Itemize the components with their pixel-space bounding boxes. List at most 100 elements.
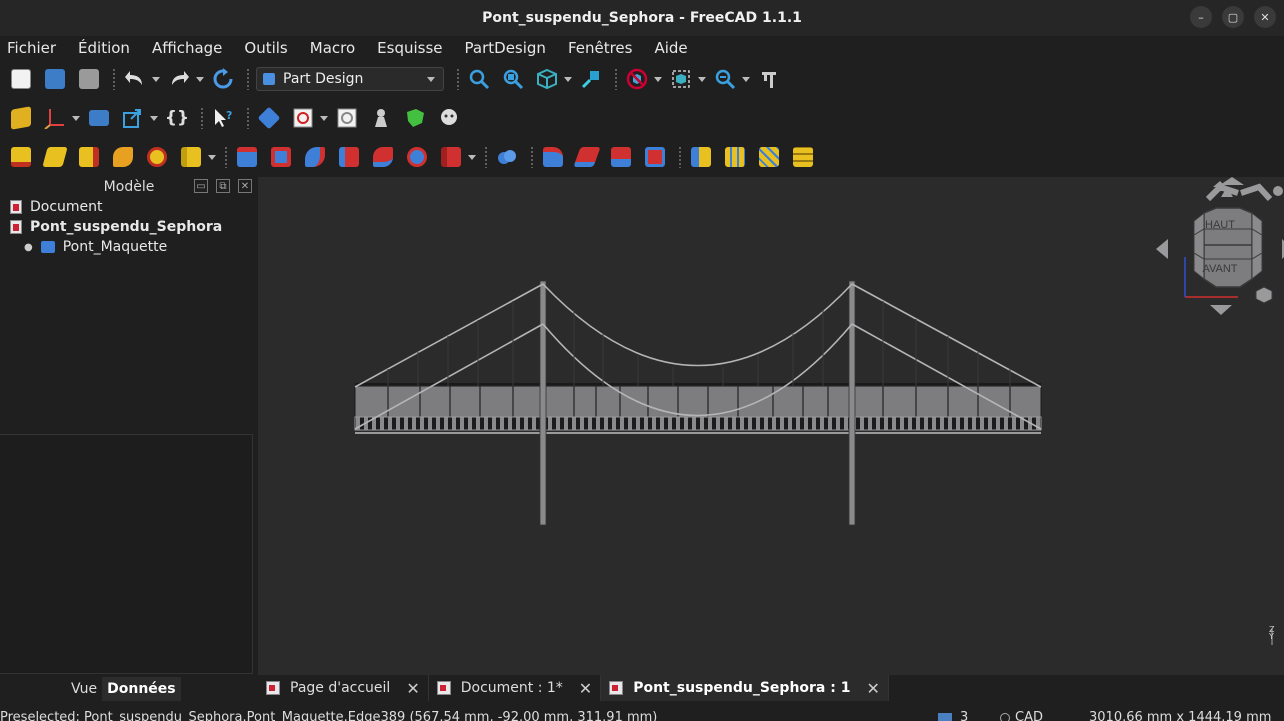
menu-fichier[interactable]: Fichier: [7, 39, 56, 57]
toolbar-grip[interactable]: [614, 68, 618, 90]
toolbar-grip[interactable]: [112, 68, 116, 90]
maximize-button[interactable]: ▢: [1222, 6, 1244, 28]
additive-pipe-button[interactable]: [110, 144, 136, 170]
new-document-button[interactable]: [8, 66, 34, 92]
draw-style-button[interactable]: [624, 66, 662, 92]
create-body-button[interactable]: [256, 105, 282, 131]
subtractive-helix-button[interactable]: [404, 144, 430, 170]
bridge-model[interactable]: HAUT AVANT Z Y: [258, 177, 1284, 675]
zoom-button[interactable]: [712, 66, 750, 92]
panel-close-button[interactable]: ✕: [238, 179, 252, 193]
property-view[interactable]: [0, 434, 253, 674]
toolbar-grip[interactable]: [246, 107, 250, 129]
create-sketch-button[interactable]: [290, 105, 328, 131]
measure-view-button[interactable]: [578, 66, 604, 92]
polar-pattern-button[interactable]: [756, 144, 782, 170]
subtractive-pipe-button[interactable]: [370, 144, 396, 170]
tab-page-accueil[interactable]: Page d'accueil ✕: [258, 675, 429, 701]
tab-donnees[interactable]: Données: [102, 677, 181, 701]
create-part-button[interactable]: [8, 105, 34, 131]
pocket-button[interactable]: [234, 144, 260, 170]
tab-document-1[interactable]: Document : 1* ✕: [429, 675, 602, 701]
close-window-button[interactable]: ✕: [1254, 6, 1276, 28]
3d-viewport[interactable]: HAUT AVANT Z Y: [258, 177, 1284, 675]
menu-partdesign[interactable]: PartDesign: [465, 39, 546, 57]
open-document-button[interactable]: [42, 66, 68, 92]
toolbar-grip[interactable]: [484, 146, 488, 168]
menu-esquisse[interactable]: Esquisse: [377, 39, 442, 57]
toolbar-grip[interactable]: [678, 146, 682, 168]
toolbar-grip[interactable]: [456, 68, 460, 90]
shape-binder-button[interactable]: [368, 105, 394, 131]
status-layer-count[interactable]: 3: [938, 710, 968, 721]
fit-selection-button[interactable]: [500, 66, 526, 92]
mirrored-button[interactable]: [688, 144, 714, 170]
create-link-button[interactable]: [120, 105, 158, 131]
panel-float-button[interactable]: ⧉: [216, 179, 230, 193]
redo-button[interactable]: [166, 66, 204, 92]
fillet-button[interactable]: [540, 144, 566, 170]
status-navigation-style[interactable]: CAD: [1000, 710, 1043, 721]
hole-button[interactable]: [268, 144, 294, 170]
variable-set-button[interactable]: {}: [164, 105, 190, 131]
workbench-selector[interactable]: Part Design: [256, 67, 444, 91]
validate-sketch-button[interactable]: [334, 105, 360, 131]
tab-vue[interactable]: Vue: [66, 677, 102, 701]
navcube-menu-icon[interactable]: [1255, 286, 1273, 304]
bridge-tower-left[interactable]: [539, 280, 547, 526]
refresh-button[interactable]: [210, 66, 236, 92]
multi-transform-button[interactable]: [790, 144, 816, 170]
undo-button[interactable]: [122, 66, 160, 92]
thickness-button[interactable]: [642, 144, 668, 170]
whats-this-button[interactable]: ?: [210, 105, 236, 131]
measure-tool-button[interactable]: [756, 66, 782, 92]
draft-button[interactable]: [608, 144, 634, 170]
standard-views-button[interactable]: [534, 66, 572, 92]
property-tabs: Vue Données: [66, 677, 181, 701]
linear-pattern-button[interactable]: [722, 144, 748, 170]
toolbar-grip[interactable]: [224, 146, 228, 168]
bridge-railing[interactable]: [354, 416, 1042, 431]
chamfer-button[interactable]: [573, 144, 601, 170]
additive-loft-button[interactable]: [76, 144, 102, 170]
toolbar-grip[interactable]: [246, 68, 250, 90]
menu-edition[interactable]: Édition: [78, 39, 130, 57]
boolean-button[interactable]: [494, 144, 520, 170]
subtractive-primitive-button[interactable]: [438, 144, 476, 170]
minimize-button[interactable]: –: [1190, 6, 1212, 28]
create-group-button[interactable]: [86, 105, 112, 131]
tab-pont-suspendu[interactable]: Pont_suspendu_Sephora : 1 ✕: [601, 675, 889, 701]
toolbar-grip[interactable]: [200, 107, 204, 129]
close-tab-icon[interactable]: ✕: [866, 679, 879, 698]
subtractive-loft-button[interactable]: [336, 144, 362, 170]
bounding-box-button[interactable]: [668, 66, 706, 92]
bridge-deck[interactable]: [354, 385, 1042, 420]
menu-aide[interactable]: Aide: [654, 39, 687, 57]
tree-item-pont-suspendu[interactable]: Pont_suspendu_Sephora: [0, 217, 258, 237]
close-tab-icon[interactable]: ✕: [406, 679, 419, 698]
menu-fenetres[interactable]: Fenêtres: [568, 39, 633, 57]
tree-item-document[interactable]: Document: [0, 197, 258, 217]
menu-macro[interactable]: Macro: [310, 39, 355, 57]
bridge-tower-right[interactable]: [848, 280, 856, 526]
navcube-face-front[interactable]: AVANT: [1202, 263, 1237, 275]
save-button[interactable]: [76, 66, 102, 92]
clone-button[interactable]: [436, 105, 462, 131]
pad-button[interactable]: [8, 144, 34, 170]
menu-affichage[interactable]: Affichage: [152, 39, 222, 57]
additive-helix-button[interactable]: [144, 144, 170, 170]
close-tab-icon[interactable]: ✕: [579, 679, 592, 698]
visibility-eye-icon[interactable]: ●: [24, 242, 33, 253]
toolbar-grip[interactable]: [530, 146, 534, 168]
additive-primitive-button[interactable]: [178, 144, 216, 170]
panel-minimize-button[interactable]: ▭: [194, 179, 208, 193]
menu-outils[interactable]: Outils: [244, 39, 287, 57]
navigation-cube[interactable]: HAUT AVANT: [1156, 177, 1284, 315]
tree-item-pont-maquette[interactable]: ● Pont_Maquette: [0, 237, 258, 257]
datum-axis-button[interactable]: [42, 105, 80, 131]
revolution-button[interactable]: [42, 144, 68, 170]
fit-all-button[interactable]: [466, 66, 492, 92]
groove-button[interactable]: [302, 144, 328, 170]
sub-shape-binder-button[interactable]: [402, 105, 428, 131]
navcube-face-top[interactable]: HAUT: [1205, 219, 1235, 231]
